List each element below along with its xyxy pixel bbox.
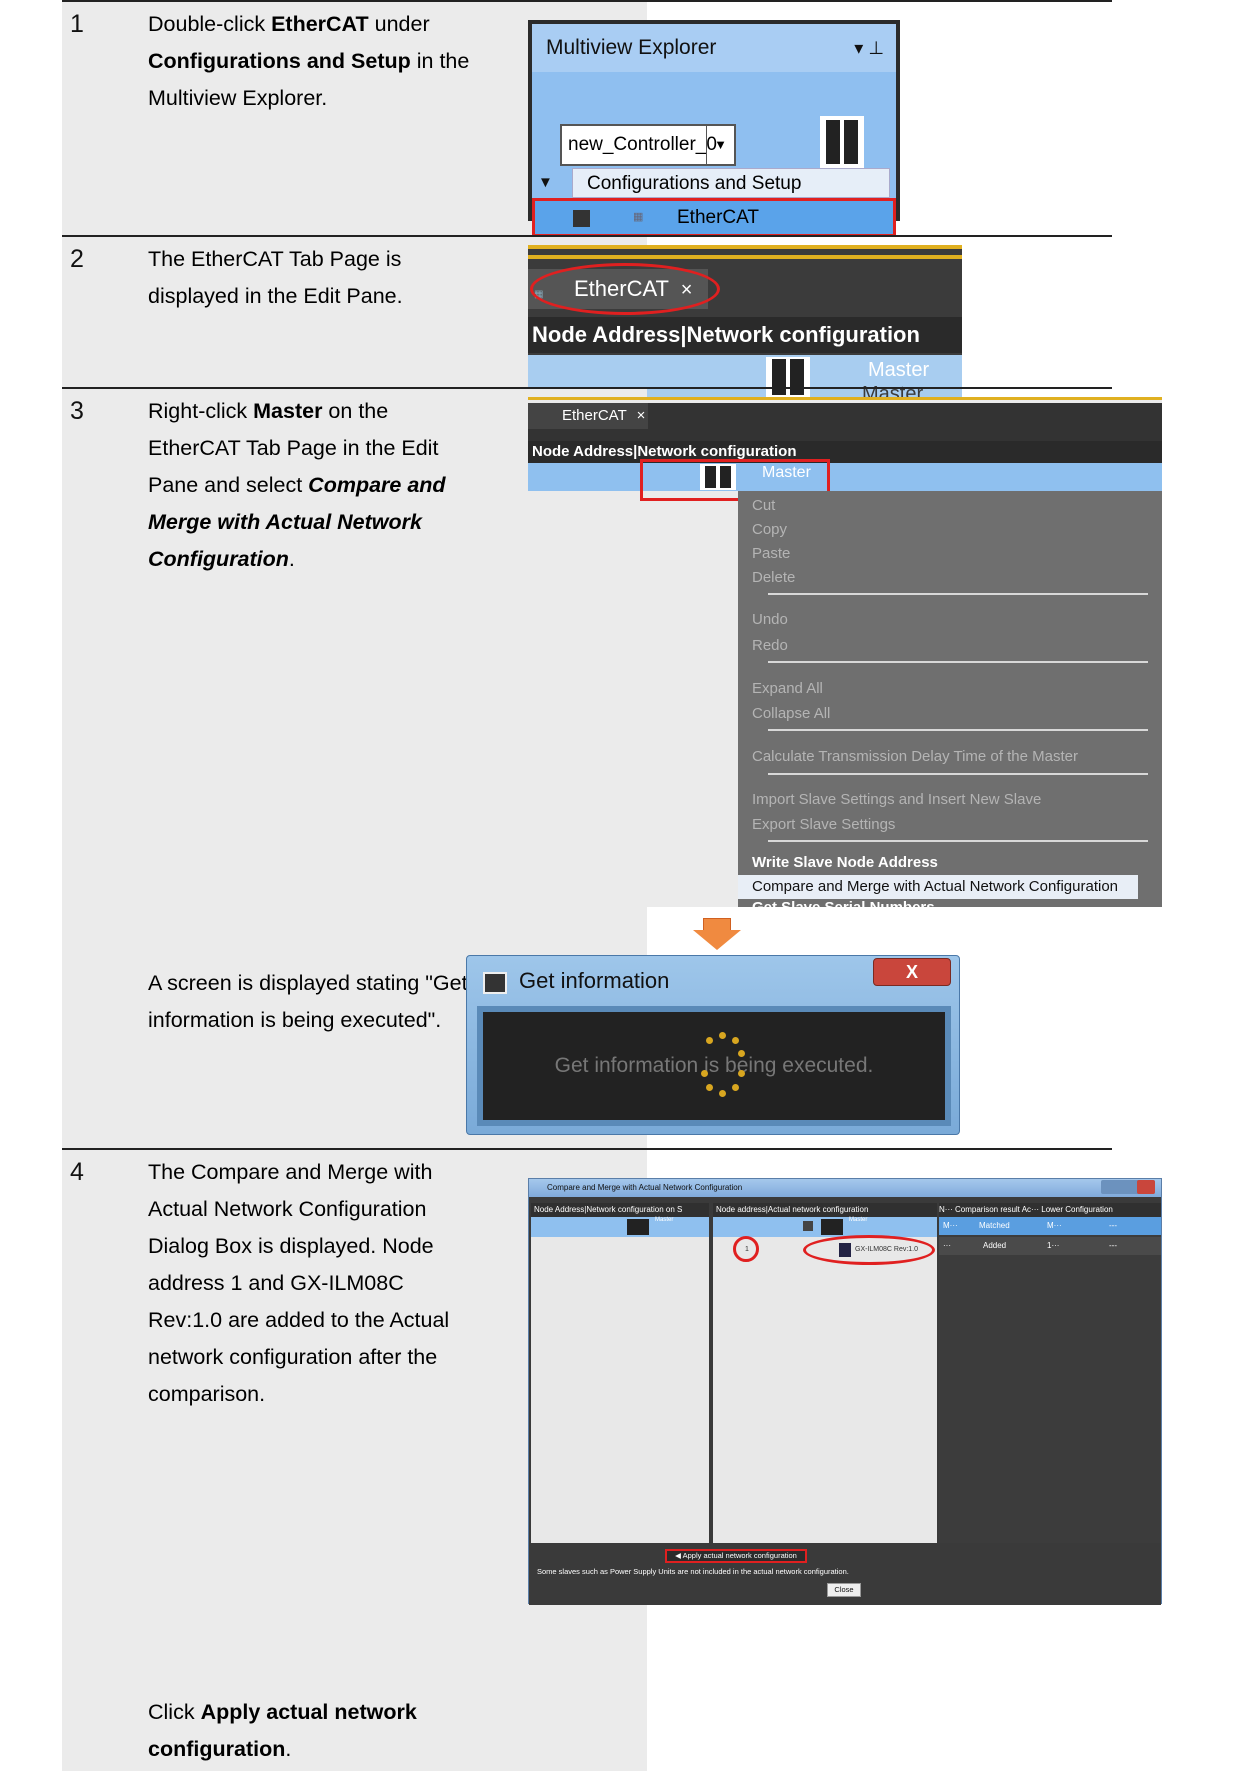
close-icon[interactable]	[1137, 1180, 1155, 1194]
ethercat-tab-screenshot: ▦ EtherCAT × Node Address|Network config…	[528, 245, 962, 397]
menu-item-collapse-all[interactable]: Collapse All	[752, 705, 830, 722]
menu-item-undo[interactable]: Undo	[752, 611, 788, 628]
pin-icon[interactable]: ▾ ⊥	[854, 24, 884, 72]
menu-item-import-slave[interactable]: Import Slave Settings and Insert New Sla…	[752, 791, 1041, 808]
dialog-footer: ◀ Apply actual network configuration Som…	[529, 1545, 1161, 1605]
step-1-row: 1 Double-click EtherCAT under Configurat…	[62, 0, 1112, 237]
dialog-icon	[483, 972, 507, 994]
menu-item-export-slave[interactable]: Export Slave Settings	[752, 816, 895, 833]
multiview-explorer-title: Multiview Explorer ▾ ⊥	[532, 24, 896, 72]
compare-merge-dialog: Compare and Merge with Actual Network Co…	[528, 1178, 1162, 1605]
master-label: Master	[655, 1217, 674, 1223]
menu-item-get-serial-numbers[interactable]: Get Slave Serial Numbers	[752, 899, 935, 907]
table-row[interactable]: ··· Added 1··· ---	[939, 1237, 1161, 1255]
master-label: Master	[868, 359, 930, 381]
left-pane-header: Node Address|Network configuration on S	[531, 1203, 709, 1217]
step-number: 4	[70, 1158, 84, 1186]
master-row[interactable]	[528, 463, 1162, 491]
step-1-description: Double-click EtherCAT under Configuratio…	[148, 12, 470, 110]
highlight-oval	[803, 1235, 935, 1265]
close-icon[interactable]: ×	[637, 407, 646, 424]
dialog-body: Get information is being executed.	[477, 1006, 951, 1126]
collapse-icon[interactable]	[803, 1221, 813, 1231]
apply-actual-network-configuration-button[interactable]: ◀ Apply actual network configuration	[665, 1549, 807, 1563]
highlight-oval	[733, 1236, 759, 1262]
menu-item-cut[interactable]: Cut	[752, 497, 775, 514]
master-device-icon	[821, 1219, 843, 1235]
menu-item-compare-and-merge[interactable]: Compare and Merge with Actual Network Co…	[738, 875, 1138, 899]
chevron-down-icon[interactable]: ▼	[706, 126, 734, 164]
get-information-dialog: Get information X Get information is bei…	[466, 955, 960, 1135]
configurations-and-setup-node[interactable]: ▼ Configurations and Setup	[536, 168, 892, 198]
dialog-title: Get information	[519, 968, 670, 993]
ethercat-tree-item[interactable]: ▦ EtherCAT	[532, 198, 896, 237]
middle-pane-header: Node address|Actual network configuratio…	[713, 1203, 937, 1217]
close-button[interactable]: Close	[827, 1583, 861, 1597]
menu-item-calculate-delay[interactable]: Calculate Transmission Delay Time of the…	[752, 748, 1078, 765]
step-4-description: The Compare and Merge with Actual Networ…	[148, 1160, 450, 1406]
multiview-explorer-screenshot: Multiview Explorer ▾ ⊥ new_Controller_0 …	[528, 20, 900, 237]
ethercat-label: EtherCAT	[677, 207, 760, 228]
tab-ethercat[interactable]: EtherCAT ×	[528, 403, 648, 429]
ethercat-icon: ▦	[633, 211, 644, 223]
comparison-header: N··· Comparison result Ac··· Lower Confi…	[939, 1203, 1161, 1217]
left-pane: Node Address|Network configuration on S …	[531, 1203, 709, 1543]
master-label: Master	[849, 1217, 868, 1223]
menu-item-paste[interactable]: Paste	[752, 545, 790, 562]
step-number: 3	[70, 397, 84, 425]
status-square-icon	[573, 210, 590, 227]
dialog-title: Compare and Merge with Actual Network Co…	[529, 1179, 1161, 1197]
step-number: 1	[70, 10, 84, 38]
step-2-description: The EtherCAT Tab Page is displayed in th…	[148, 247, 403, 308]
step-4-row: 4 The Compare and Merge with Actual Netw…	[62, 1148, 1162, 1771]
expand-triangle-icon[interactable]: ▼	[538, 168, 553, 198]
controller-select[interactable]: new_Controller_0 ▼	[560, 124, 736, 166]
step-2-row: 2 The EtherCAT Tab Page is displayed in …	[62, 235, 1112, 397]
master-device-icon	[627, 1219, 649, 1235]
step-4-action: Click Apply actual network configuration…	[148, 1700, 417, 1761]
middle-pane: Node address|Actual network configuratio…	[713, 1203, 937, 1543]
column-header: Node Address|Network configuration	[528, 317, 962, 353]
context-menu-screenshot: EtherCAT × Node Address|Network configur…	[528, 397, 1162, 907]
master-row[interactable]	[531, 1217, 709, 1237]
step-3-followup: A screen is displayed stating "Get infor…	[148, 971, 468, 1032]
down-arrow-icon	[693, 930, 741, 950]
configurations-label: Configurations and Setup	[572, 168, 890, 198]
context-menu: Cut Copy Paste Delete Undo Redo Expand A…	[738, 491, 1162, 907]
menu-item-write-node-address[interactable]: Write Slave Node Address	[752, 854, 938, 871]
spinner-icon	[701, 1032, 745, 1098]
step-number: 2	[70, 245, 84, 273]
footer-note: Some slaves such as Power Supply Units a…	[537, 1567, 849, 1576]
menu-item-expand-all[interactable]: Expand All	[752, 680, 823, 697]
step-3-description: Right-click Master on the EtherCAT Tab P…	[148, 399, 446, 571]
table-row[interactable]: M··· Matched M··· ---	[939, 1217, 1161, 1235]
menu-item-copy[interactable]: Copy	[752, 521, 787, 538]
controller-device-icon	[820, 116, 864, 168]
menu-item-redo[interactable]: Redo	[752, 637, 788, 654]
menu-item-delete[interactable]: Delete	[752, 569, 795, 586]
comparison-pane: N··· Comparison result Ac··· Lower Confi…	[939, 1203, 1161, 1543]
highlight-oval	[530, 263, 720, 315]
close-button[interactable]: X	[873, 958, 951, 986]
column-header: Node Address|Network configuration	[528, 441, 1162, 463]
